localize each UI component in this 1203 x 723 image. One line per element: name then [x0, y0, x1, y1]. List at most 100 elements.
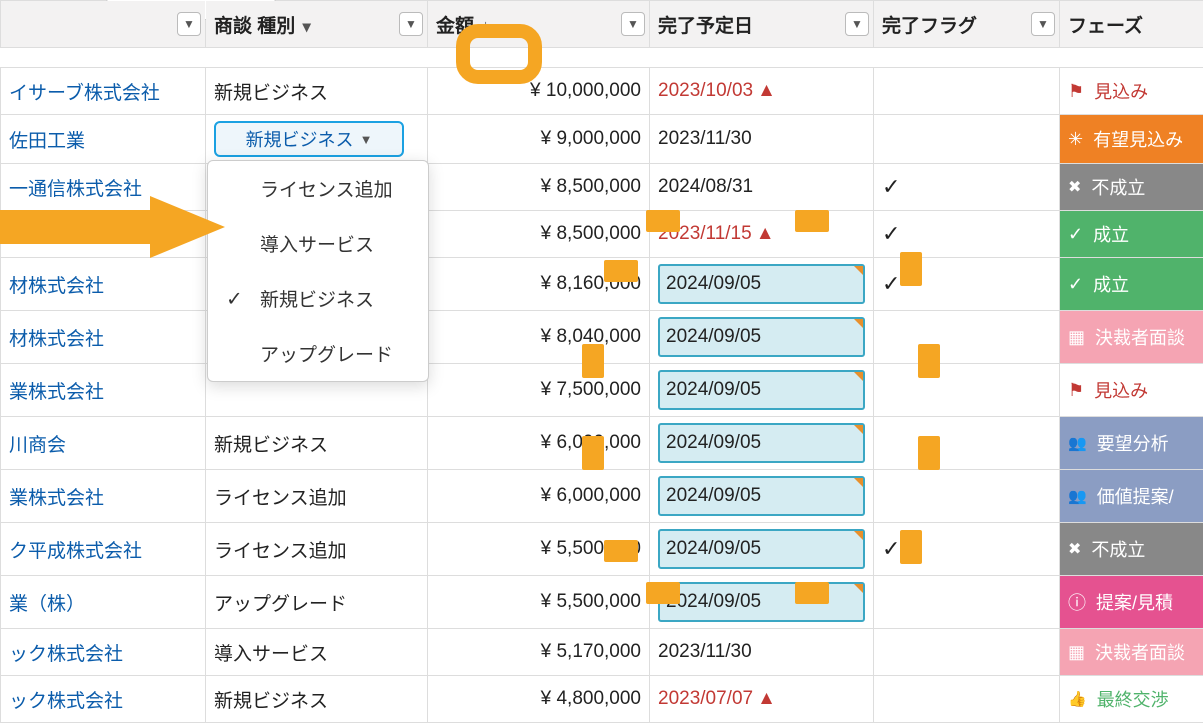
amount-cell[interactable]: ¥ 7,500,000 [428, 364, 650, 417]
chevron-down-icon[interactable]: ▼ [177, 12, 201, 36]
type-cell[interactable]: 新規ビジネス [206, 417, 428, 470]
done-cell[interactable]: ✓ [874, 258, 1060, 311]
account-link[interactable]: 川商会 [9, 435, 66, 456]
date-edit-cell[interactable]: 2024/09/05 [658, 317, 865, 357]
account-link[interactable]: 一通信株式会社 [9, 179, 142, 200]
done-cell[interactable] [874, 417, 1060, 470]
date-cell[interactable]: 2023/11/30 [650, 629, 874, 676]
phase-cell[interactable]: 不成立 [1060, 523, 1203, 576]
date-cell[interactable]: 2024/09/05 [650, 470, 874, 523]
date-cell[interactable]: 2023/11/15▲ [650, 211, 874, 258]
date-cell[interactable]: 2024/08/31 [650, 164, 874, 211]
amount-cell[interactable]: ¥ 5,170,000 [428, 629, 650, 676]
type-cell[interactable]: 導入サービス [206, 629, 428, 676]
done-cell[interactable] [874, 470, 1060, 523]
account-link[interactable]: イサーブ株式会社 [9, 83, 160, 104]
col-name-header[interactable]: ▼ [1, 1, 206, 48]
done-cell[interactable] [874, 115, 1060, 164]
date-cell[interactable]: 2024/09/05 [650, 523, 874, 576]
amount-value: ¥ 8,040,000 [436, 326, 641, 348]
amount-cell[interactable]: ¥ 6,000,000 [428, 470, 650, 523]
phase-cell[interactable]: 見込み [1060, 364, 1203, 417]
date-cell[interactable]: 2024/09/05 [650, 576, 874, 629]
account-link[interactable]: 材株式会社 [9, 329, 104, 350]
phase-cell[interactable]: 見込み [1060, 68, 1203, 115]
date-cell[interactable]: 2024/09/05 [650, 417, 874, 470]
phase-cell[interactable]: 成立 [1060, 211, 1203, 258]
amount-cell[interactable]: ¥ 5,500,000 [428, 523, 650, 576]
type-cell[interactable]: 新規ビジネス▼ [206, 115, 428, 164]
amount-cell[interactable]: ¥ 5,500,000 [428, 576, 650, 629]
col-phase-header[interactable]: フェーズ [1060, 1, 1203, 48]
phase-cell[interactable]: 成立 [1060, 258, 1203, 311]
amount-cell[interactable]: ¥ 10,000,000 [428, 68, 650, 115]
date-edit-cell[interactable]: 2024/09/05 [658, 582, 865, 622]
done-cell[interactable] [874, 576, 1060, 629]
phase-cell[interactable]: 要望分析 [1060, 417, 1203, 470]
account-link[interactable]: ック株式会社 [9, 644, 123, 665]
chevron-down-icon[interactable]: ▼ [845, 12, 869, 36]
dropdown-item-selected[interactable]: ✓新規ビジネス [208, 271, 428, 326]
account-link[interactable]: 材株式会社 [9, 276, 104, 297]
phase-cell[interactable]: 最終交渉 [1060, 676, 1203, 723]
type-cell[interactable]: アップグレード [206, 576, 428, 629]
done-cell[interactable]: ✓ [874, 164, 1060, 211]
date-cell[interactable]: 2023/10/03▲ [650, 68, 874, 115]
phase-cell[interactable]: 決裁者面談 [1060, 311, 1203, 364]
done-cell[interactable] [874, 629, 1060, 676]
col-done-header[interactable]: 完了フラグ ▼ [874, 1, 1060, 48]
type-dropdown[interactable]: ライセンス追加 導入サービス ✓新規ビジネス アップグレード [207, 160, 429, 382]
account-link[interactable]: 業株式会社 [9, 488, 104, 509]
done-cell[interactable]: ✓ [874, 211, 1060, 258]
date-cell[interactable]: 2023/11/30 [650, 115, 874, 164]
amount-cell[interactable]: ¥ 8,500,000 [428, 211, 650, 258]
phase-label: 決裁者面談 [1095, 639, 1185, 665]
col-date-header[interactable]: 完了予定日 ▼ [650, 1, 874, 48]
done-cell[interactable] [874, 68, 1060, 115]
phase-cell[interactable]: 有望見込み [1060, 115, 1203, 164]
type-select-editing[interactable]: 新規ビジネス▼ [214, 121, 404, 157]
type-cell[interactable]: 新規ビジネス [206, 68, 428, 115]
chevron-down-icon[interactable]: ▼ [1031, 12, 1055, 36]
account-link[interactable]: 佐田工業 [9, 131, 85, 152]
date-cell[interactable]: 2024/09/05 [650, 258, 874, 311]
date-edit-cell[interactable]: 2024/09/05 [658, 423, 865, 463]
phase-cell[interactable]: 決裁者面談 [1060, 629, 1203, 676]
date-edit-cell[interactable]: 2024/09/05 [658, 476, 865, 516]
date-value: 2024/08/31 [658, 176, 753, 197]
date-cell[interactable]: 2024/09/05 [650, 311, 874, 364]
done-cell[interactable] [874, 311, 1060, 364]
dropdown-item[interactable]: 導入サービス [208, 216, 428, 271]
date-edit-cell[interactable]: 2024/09/05 [658, 370, 865, 410]
phase-cell[interactable]: 提案/見積 [1060, 576, 1203, 629]
date-cell[interactable]: 2023/07/07▲ [650, 676, 874, 723]
account-link[interactable]: 業株式会社 [9, 382, 104, 403]
amount-cell[interactable]: ¥ 8,040,000 [428, 311, 650, 364]
date-cell[interactable]: 2024/09/05 [650, 364, 874, 417]
done-cell[interactable] [874, 676, 1060, 723]
date-edit-cell[interactable]: 2024/09/05 [658, 264, 865, 304]
phase-cell[interactable]: 不成立 [1060, 164, 1203, 211]
done-cell[interactable] [874, 364, 1060, 417]
phase-cell[interactable]: 価値提案/ [1060, 470, 1203, 523]
account-link[interactable]: ク平成株式会社 [9, 541, 142, 562]
dropdown-item[interactable]: アップグレード [208, 326, 428, 381]
amount-cell[interactable]: ¥ 4,800,000 [428, 676, 650, 723]
col-type-header[interactable]: 商談 種別 ▾ ▼ [206, 1, 428, 48]
amount-cell[interactable]: ¥ 8,500,000 [428, 164, 650, 211]
account-link[interactable]: 業（株） [9, 594, 85, 615]
type-cell[interactable]: ライセンス追加 [206, 523, 428, 576]
chevron-down-icon[interactable]: ▼ [621, 12, 645, 36]
dropdown-item[interactable]: ライセンス追加 [208, 161, 428, 216]
amount-cell[interactable]: ¥ 8,160,000 [428, 258, 650, 311]
account-link[interactable]: ック株式会社 [9, 226, 123, 247]
account-link[interactable]: ック株式会社 [9, 691, 123, 712]
done-cell[interactable]: ✓ [874, 523, 1060, 576]
type-cell[interactable]: 新規ビジネス [206, 676, 428, 723]
amount-cell[interactable]: ¥ 9,000,000 [428, 115, 650, 164]
col-amount-header[interactable]: 金額 ↓ ▼ [428, 1, 650, 48]
amount-cell[interactable]: ¥ 6,000,000 [428, 417, 650, 470]
date-edit-cell[interactable]: 2024/09/05 [658, 529, 865, 569]
chevron-down-icon[interactable]: ▼ [399, 12, 423, 36]
type-cell[interactable]: ライセンス追加 [206, 470, 428, 523]
